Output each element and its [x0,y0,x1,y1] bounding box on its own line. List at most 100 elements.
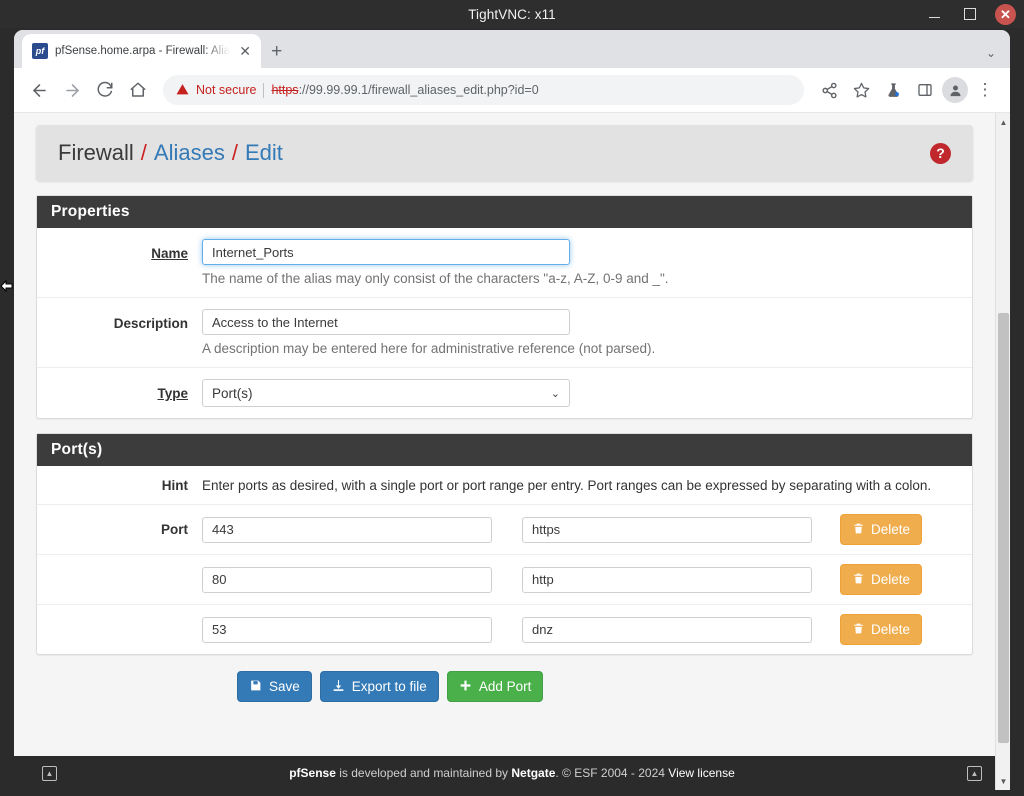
omnibox[interactable]: Not secure https://99.99.99.1/firewall_a… [163,75,804,105]
properties-panel: Properties Name The name of the alias ma… [36,195,973,419]
form-actions: Save Export to file Add Port [36,655,973,702]
share-icon[interactable] [814,75,844,105]
experiments-flask-icon[interactable] [878,75,908,105]
page-header: Firewall / Aliases / Edit ? [36,125,973,181]
footer-left-icon: ▲ [42,765,57,781]
type-label: Type [157,386,188,401]
footer-mid-text: is developed and maintained by [335,766,512,780]
breadcrumb-separator-1: / [140,140,147,165]
vnc-window-title: TightVNC: x11 [468,6,556,22]
table-row: Delete [37,555,972,605]
footer-copyright: . © ESF 2004 - 2024 [555,766,669,780]
trash-icon [852,622,865,638]
omnibox-divider [263,82,265,98]
port-description-input[interactable] [522,516,812,543]
port-input[interactable] [202,516,492,543]
not-secure-label: Not secure [196,83,257,97]
maximize-button[interactable] [959,3,981,25]
scroll-up-icon[interactable]: ▲ [996,115,1010,129]
forward-icon[interactable] [57,75,87,105]
export-to-file-button[interactable]: Export to file [319,671,439,702]
add-port-button[interactable]: Add Port [446,671,544,702]
footer-right-icon: ▲ [967,765,982,781]
help-icon[interactable]: ? [930,142,951,164]
page-viewport: Firewall / Aliases / Edit ? Properties N… [14,112,1010,790]
toolbar-right-actions: ⋮ [814,75,1000,105]
view-license-link[interactable]: View license [668,766,734,780]
page-footer: ▲ pfSense is developed and maintained by… [14,756,1010,790]
browser-menu-icon[interactable]: ⋮ [970,75,1000,105]
tab-title: pfSense.home.arpa - Firewall: Alia [55,45,231,57]
download-icon [332,679,345,695]
save-label: Save [269,679,300,694]
pfsense-favicon-icon: pf [32,43,48,59]
add-port-label: Add Port [478,679,532,694]
breadcrumb-link-edit[interactable]: Edit [245,140,283,166]
breadcrumb-link-aliases[interactable]: Aliases [154,140,225,166]
port-input[interactable] [202,616,492,643]
browser-window: pf pfSense.home.arpa - Firewall: Alia ✕ … [14,30,1010,790]
scrollbar-thumb[interactable] [998,313,1009,743]
breadcrumb: Firewall / Aliases / Edit [58,140,283,166]
delete-port-button[interactable]: Delete [840,514,923,545]
url-scheme: https [271,83,299,97]
url-rest: ://99.99.99.1/firewall_aliases_edit.php?… [298,83,539,97]
port-input[interactable] [202,566,492,593]
description-help-text: A description may be entered here for ad… [202,341,656,356]
browser-tabstrip: pf pfSense.home.arpa - Firewall: Alia ✕ … [14,30,1010,68]
footer-vendor: Netgate [511,766,556,780]
table-row: Port Delete [37,505,972,555]
description-label: Description [113,316,188,331]
type-row: Type Port(s) ⌄ [37,368,972,418]
description-input[interactable] [202,309,570,335]
trash-icon [852,572,865,588]
profile-avatar-icon[interactable] [942,77,968,103]
delete-port-button[interactable]: Delete [840,614,923,645]
ports-panel: Port(s) Hint Enter ports as desired, wit… [36,433,973,655]
new-tab-button[interactable]: + [271,42,282,61]
name-row: Name The name of the alias may only cons… [37,228,972,298]
plus-icon [459,679,472,695]
properties-panel-heading: Properties [37,196,972,228]
vnc-titlebar: TightVNC: x11 ✕ [0,0,1024,28]
hint-row: Hint Enter ports as desired, with a sing… [37,466,972,505]
ports-panel-heading: Port(s) [37,434,972,466]
port-description-input[interactable] [522,566,812,593]
mouse-cursor [0,276,14,296]
scroll-down-icon[interactable]: ▼ [996,774,1010,788]
name-label: Name [151,246,188,261]
export-to-file-label: Export to file [351,679,427,694]
hint-label: Hint [161,478,188,493]
type-control-area: Port(s) ⌄ [202,379,972,407]
type-select[interactable]: Port(s) [202,379,570,407]
chevron-down-icon[interactable]: ⌄ [986,46,996,60]
port-description-input[interactable] [522,616,812,643]
home-icon[interactable] [123,75,153,105]
vnc-window: TightVNC: x11 ✕ pf pfSense.home.arpa - F… [0,0,1024,796]
reload-icon[interactable] [90,75,120,105]
hint-text: Enter ports as desired, with a single po… [202,478,932,493]
name-control-area: The name of the alias may only consist o… [202,239,972,294]
type-select-wrap: Port(s) ⌄ [202,379,570,407]
not-secure-warning-icon [176,83,189,98]
browser-tab[interactable]: pf pfSense.home.arpa - Firewall: Alia ✕ [22,34,262,68]
name-input[interactable] [202,239,570,265]
side-panel-icon[interactable] [910,75,940,105]
minimize-button[interactable] [923,3,945,25]
tab-close-icon[interactable]: ✕ [237,43,253,60]
breadcrumb-root: Firewall [58,140,134,165]
description-row: Description A description may be entered… [37,298,972,368]
url-text: https://99.99.99.1/firewall_aliases_edit… [271,83,538,97]
save-disk-icon [249,679,262,695]
footer-product: pfSense [289,766,336,780]
save-button[interactable]: Save [237,671,312,702]
close-button[interactable]: ✕ [995,3,1016,25]
page-scrollbar[interactable]: ▲ ▼ [995,113,1010,790]
delete-port-button[interactable]: Delete [840,564,923,595]
back-icon[interactable] [24,75,54,105]
delete-port-label: Delete [871,572,911,587]
name-help-text: The name of the alias may only consist o… [202,271,669,286]
browser-toolbar: Not secure https://99.99.99.1/firewall_a… [14,68,1010,112]
ports-panel-body: Hint Enter ports as desired, with a sing… [37,466,972,654]
bookmark-star-icon[interactable] [846,75,876,105]
